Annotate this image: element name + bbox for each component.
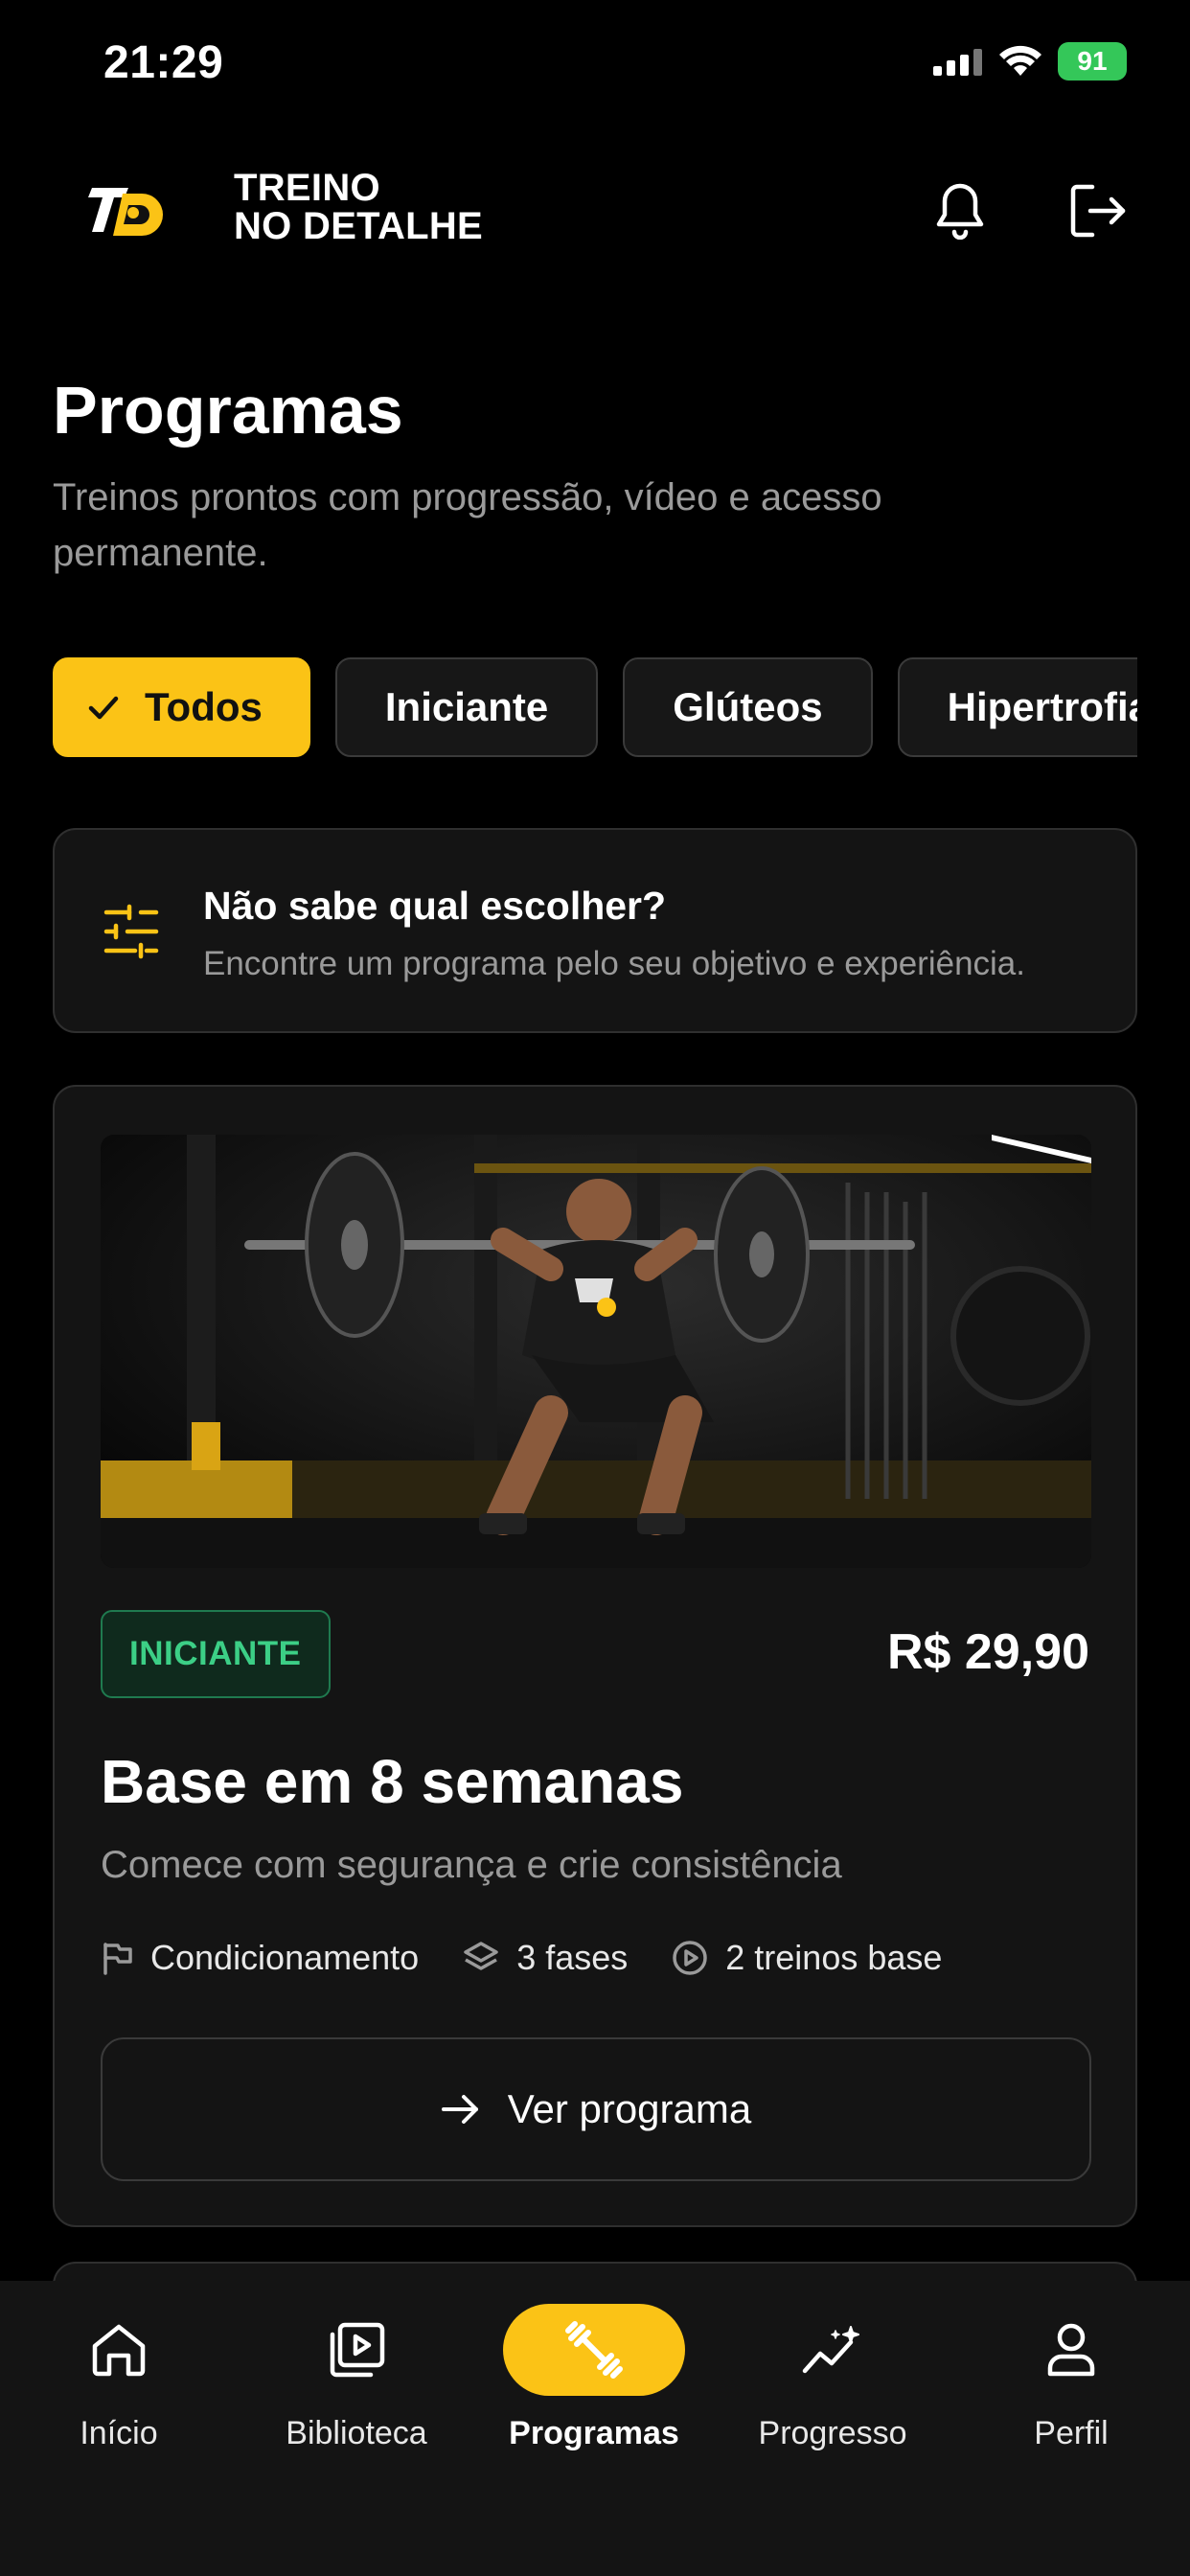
battery-level: 91 [1077, 46, 1108, 76]
meta-workouts-label: 2 treinos base [725, 1938, 943, 1977]
program-card[interactable]: INICIANTE R$ 29,90 Base em 8 semanas Com… [53, 1085, 1137, 2227]
layers-icon [464, 1942, 498, 1970]
logout-button[interactable] [1062, 174, 1134, 247]
tab-perfil[interactable]: Perfil [952, 2302, 1190, 2494]
program-cover-image [101, 1135, 1091, 1568]
status-bar: 21:29 91 [0, 0, 1190, 134]
chip-label: Todos [145, 684, 263, 729]
chip-todos[interactable]: Todos [53, 657, 310, 757]
chip-gluteos[interactable]: Glúteos [623, 657, 873, 757]
page-subtitle: Treinos prontos com progressão, vídeo e … [53, 476, 882, 574]
wifi-icon [999, 45, 1041, 76]
status-time: 21:29 [103, 37, 224, 88]
program-meta: Condicionamento 3 fases 2 treinos base [101, 1938, 942, 1978]
tab-biblioteca[interactable]: Biblioteca [238, 2302, 475, 2494]
tab-progresso[interactable]: Progresso [714, 2302, 951, 2494]
view-program-label: Ver programa [507, 2086, 752, 2131]
bottom-tab-bar: Início Biblioteca Programas Progresso Pe… [0, 2281, 1190, 2576]
notifications-button[interactable] [924, 174, 996, 247]
chip-iniciante[interactable]: Iniciante [334, 657, 599, 757]
brand-logo [86, 172, 163, 249]
meta-phases-label: 3 fases [516, 1938, 629, 1977]
play-circle-icon [673, 1941, 708, 1975]
brand-line-2: NO DETALHE [234, 205, 484, 247]
dumbbell-icon [503, 2304, 685, 2396]
meta-phases: 3 fases [463, 1938, 628, 1978]
meta-workouts: 2 treinos base [672, 1938, 942, 1978]
app-header: TREINO NO DETALHE [0, 153, 1190, 268]
chip-label: Iniciante [384, 684, 549, 729]
chip-label: Hipertrofia [947, 684, 1137, 729]
chip-label: Glúteos [673, 684, 823, 729]
status-icons: 91 [933, 42, 1127, 80]
brand-line-1: TREINO [234, 167, 380, 209]
tab-label: Progresso [758, 2415, 907, 2451]
filter-chips: Todos Iniciante Glúteos Hipertrofia [53, 657, 1137, 757]
logout-icon [1070, 184, 1126, 238]
person-icon [980, 2304, 1162, 2396]
level-badge: INICIANTE [101, 1610, 331, 1698]
tab-label: Início [80, 2415, 158, 2451]
arrow-right-icon [441, 2095, 478, 2124]
tab-label: Programas [509, 2415, 679, 2451]
program-finder-card[interactable]: Não sabe qual escolher? Encontre um prog… [53, 828, 1137, 1033]
bell-icon [936, 183, 984, 240]
home-icon [28, 2304, 210, 2396]
helper-title: Não sabe qual escolher? [203, 884, 667, 928]
tab-inicio[interactable]: Início [0, 2302, 238, 2494]
progress-chart-icon [742, 2304, 924, 2396]
flag-icon [103, 1943, 132, 1975]
view-program-button[interactable]: Ver programa [101, 2037, 1091, 2181]
sliders-icon [103, 903, 160, 965]
chip-hipertrofia[interactable]: Hipertrofia [897, 657, 1137, 757]
cellular-signal-icon [933, 49, 982, 76]
battery-indicator: 91 [1058, 42, 1127, 80]
meta-goal-label: Condicionamento [150, 1938, 420, 1977]
brand-name: TREINO NO DETALHE [234, 169, 483, 245]
program-price: R$ 29,90 [886, 1624, 1089, 1680]
tab-label: Biblioteca [286, 2415, 427, 2451]
video-library-icon [265, 2304, 447, 2396]
meta-goal: Condicionamento [101, 1938, 419, 1978]
program-subtitle: Comece com segurança e crie consistência [101, 1844, 842, 1886]
tab-label: Perfil [1034, 2415, 1109, 2451]
tab-programas[interactable]: Programas [475, 2302, 713, 2494]
check-icon [87, 693, 120, 722]
helper-text: Encontre um programa pelo seu objetivo e… [203, 945, 1025, 982]
page-title: Programas [53, 373, 403, 448]
program-title: Base em 8 semanas [101, 1747, 684, 1816]
